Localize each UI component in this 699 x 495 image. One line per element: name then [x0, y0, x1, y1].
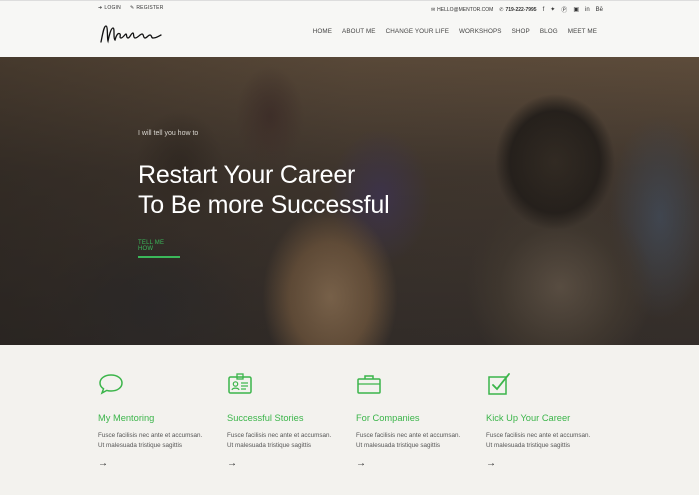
hero-title-line-1: Restart Your Career [138, 161, 356, 189]
site-header: HOME ABOUT ME CHANGE YOUR LIFE WORKSHOPS… [0, 17, 699, 57]
nav-shop[interactable]: SHOP [512, 28, 530, 35]
feature-desc-line-1: Fusce facilisis nec ante et accumsan. [98, 432, 203, 439]
features-section: My Mentoring Fusce facilisis nec ante et… [0, 345, 699, 495]
facebook-icon[interactable]: f [543, 7, 545, 13]
feature-title[interactable]: My Mentoring [98, 413, 218, 423]
hero-banner: I will tell you how to Restart Your Care… [0, 57, 699, 345]
pencil-icon: ✎ [129, 5, 135, 11]
phone-icon: ✆ [499, 6, 504, 13]
twitter-icon[interactable]: ✦ [550, 6, 555, 13]
feature-description: Fusce facilisis nec ante et accumsan. Ut… [486, 431, 606, 451]
email-text: HELLO@MENTOR.COM [437, 6, 494, 13]
login-icon: ➜ [98, 5, 103, 11]
id-card-icon [228, 373, 252, 394]
nav-change-your-life[interactable]: CHANGE YOUR LIFE [386, 28, 449, 35]
login-label: LOGIN [104, 5, 121, 11]
speech-bubble-icon [99, 374, 123, 395]
phone-text: 719-222-7995 [505, 6, 537, 13]
feature-desc-line-1: Fusce facilisis nec ante et accumsan. [486, 432, 591, 439]
main-navigation: HOME ABOUT ME CHANGE YOUR LIFE WORKSHOPS… [313, 28, 597, 35]
feature-desc-line-2: Ut malesuada tristique sagittis [98, 442, 182, 449]
feature-title[interactable]: For Companies [356, 413, 476, 423]
nav-home[interactable]: HOME [313, 28, 332, 35]
feature-kick-up-your-career: Kick Up Your Career Fusce facilisis nec … [486, 372, 606, 469]
phone-link[interactable]: ✆ 719-222-7995 [499, 7, 536, 13]
feature-desc-line-2: Ut malesuada tristique sagittis [227, 442, 311, 449]
contact-and-social: ✉ HELLO@MENTOR.COM ✆ 719-222-7995 f ✦ Ⓟ … [431, 5, 603, 15]
feature-desc-line-1: Fusce facilisis nec ante et accumsan. [227, 432, 332, 439]
feature-title[interactable]: Successful Stories [227, 413, 347, 423]
arrow-right-icon[interactable]: → [356, 458, 476, 469]
feature-desc-line-2: Ut malesuada tristique sagittis [356, 442, 440, 449]
instagram-icon[interactable]: ▣ [573, 6, 579, 13]
email-link[interactable]: ✉ HELLO@MENTOR.COM [431, 7, 493, 13]
feature-my-mentoring: My Mentoring Fusce facilisis nec ante et… [98, 372, 218, 469]
hero-title: Restart Your Career To Be more Successfu… [138, 160, 390, 220]
nav-meet-me[interactable]: MEET ME [568, 28, 597, 35]
nav-blog[interactable]: BLOG [540, 28, 558, 35]
register-label: REGISTER [136, 5, 164, 11]
arrow-right-icon[interactable]: → [227, 458, 347, 469]
briefcase-icon [357, 375, 381, 394]
login-link[interactable]: ➜ LOGIN [98, 5, 121, 11]
feature-for-companies: For Companies Fusce facilisis nec ante e… [356, 372, 476, 469]
envelope-icon: ✉ [430, 6, 436, 13]
nav-about-me[interactable]: ABOUT ME [342, 28, 376, 35]
feature-description: Fusce facilisis nec ante et accumsan. Ut… [356, 431, 476, 451]
feature-successful-stories: Successful Stories Fusce facilisis nec a… [227, 372, 347, 469]
register-link[interactable]: ✎ REGISTER [130, 5, 164, 11]
feature-desc-line-2: Ut malesuada tristique sagittis [486, 442, 570, 449]
tell-me-how-button[interactable]: TELL ME HOW [138, 240, 180, 258]
feature-desc-line-1: Fusce facilisis nec ante et accumsan. [356, 432, 461, 439]
pinterest-icon[interactable]: Ⓟ [561, 5, 567, 14]
feature-description: Fusce facilisis nec ante et accumsan. Ut… [227, 431, 347, 451]
mentor-logo[interactable] [98, 22, 164, 48]
linkedin-icon[interactable]: in [585, 7, 590, 13]
checkbox-icon [488, 373, 510, 395]
top-utility-bar: ➜ LOGIN ✎ REGISTER ✉ HELLO@MENTOR.COM ✆ … [0, 0, 699, 17]
arrow-right-icon[interactable]: → [486, 458, 606, 469]
hero-pretitle: I will tell you how to [138, 130, 199, 137]
arrow-right-icon[interactable]: → [98, 458, 218, 469]
feature-description: Fusce facilisis nec ante et accumsan. Ut… [98, 431, 218, 451]
behance-icon[interactable]: Bē [596, 7, 603, 13]
feature-title[interactable]: Kick Up Your Career [486, 413, 606, 423]
nav-workshops[interactable]: WORKSHOPS [459, 28, 502, 35]
hero-title-line-2: To Be more Successful [138, 191, 390, 219]
account-links: ➜ LOGIN ✎ REGISTER [98, 5, 164, 11]
